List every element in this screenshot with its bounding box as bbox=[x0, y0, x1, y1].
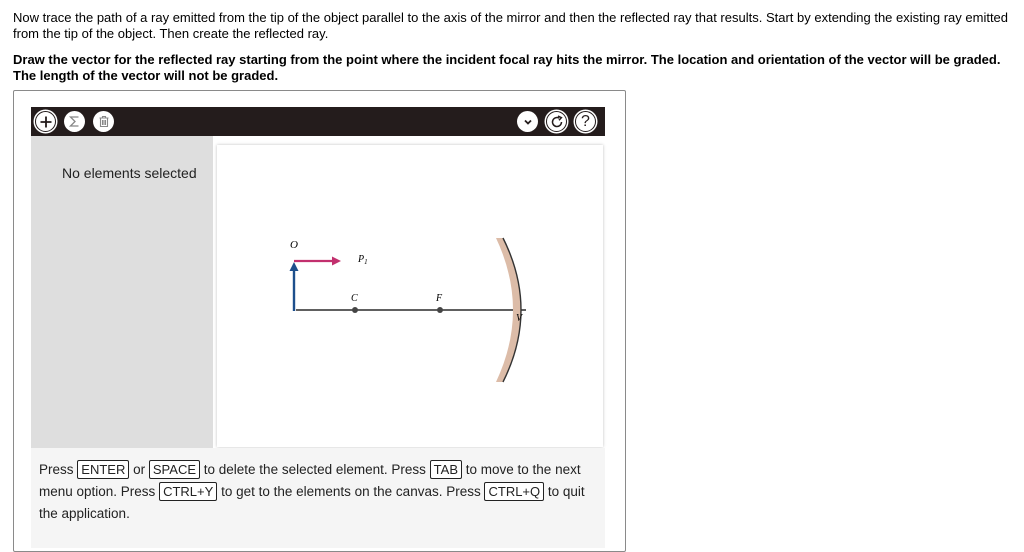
help-text-3: to delete the selected element. Press bbox=[203, 462, 426, 477]
center-point bbox=[352, 307, 358, 313]
help-button[interactable]: ? bbox=[575, 111, 596, 132]
reset-icon[interactable] bbox=[546, 111, 567, 132]
ray-vector-arrowhead[interactable] bbox=[332, 256, 341, 266]
ray-label: P1 bbox=[357, 254, 368, 266]
instruction-paragraph-1: Now trace the path of a ray emitted from… bbox=[13, 10, 1009, 41]
help-text-1: Press bbox=[39, 462, 74, 477]
focal-label: F bbox=[435, 293, 443, 304]
chevron-down-icon[interactable] bbox=[517, 111, 538, 132]
toolbar: ? bbox=[31, 107, 605, 136]
help-label: ? bbox=[581, 112, 590, 130]
help-text-5: to get to the elements on the canvas. Pr… bbox=[221, 484, 481, 499]
keyboard-help: Press ENTER or SPACE to delete the selec… bbox=[31, 448, 605, 548]
keyboard-help-text: Press ENTER or SPACE to delete the selec… bbox=[39, 459, 599, 525]
key-space: SPACE bbox=[148, 460, 200, 479]
key-ctrl-q: CTRL+Q bbox=[484, 482, 545, 501]
diagram-svg: O P1 C F V bbox=[289, 237, 526, 383]
plus-icon[interactable] bbox=[35, 111, 56, 132]
instruction-paragraph-2: Draw the vector for the reflected ray st… bbox=[13, 52, 1001, 83]
sidebar: No elements selected bbox=[31, 136, 213, 448]
sigma-icon[interactable] bbox=[64, 111, 85, 132]
drawing-canvas[interactable]: O P1 C F V bbox=[217, 145, 603, 447]
trash-icon[interactable] bbox=[93, 111, 114, 132]
help-text-2: or bbox=[133, 462, 146, 477]
focal-point bbox=[437, 307, 443, 313]
key-tab: TAB bbox=[429, 460, 462, 479]
selection-status: No elements selected bbox=[62, 165, 197, 181]
key-ctrl-y: CTRL+Y bbox=[159, 482, 218, 501]
object-arrowhead bbox=[289, 262, 299, 271]
instructions: Now trace the path of a ray emitted from… bbox=[13, 10, 1018, 84]
object-label: O bbox=[290, 239, 298, 251]
center-label: C bbox=[351, 293, 358, 304]
key-enter: ENTER bbox=[77, 460, 130, 479]
vertex-label: V bbox=[516, 313, 524, 324]
